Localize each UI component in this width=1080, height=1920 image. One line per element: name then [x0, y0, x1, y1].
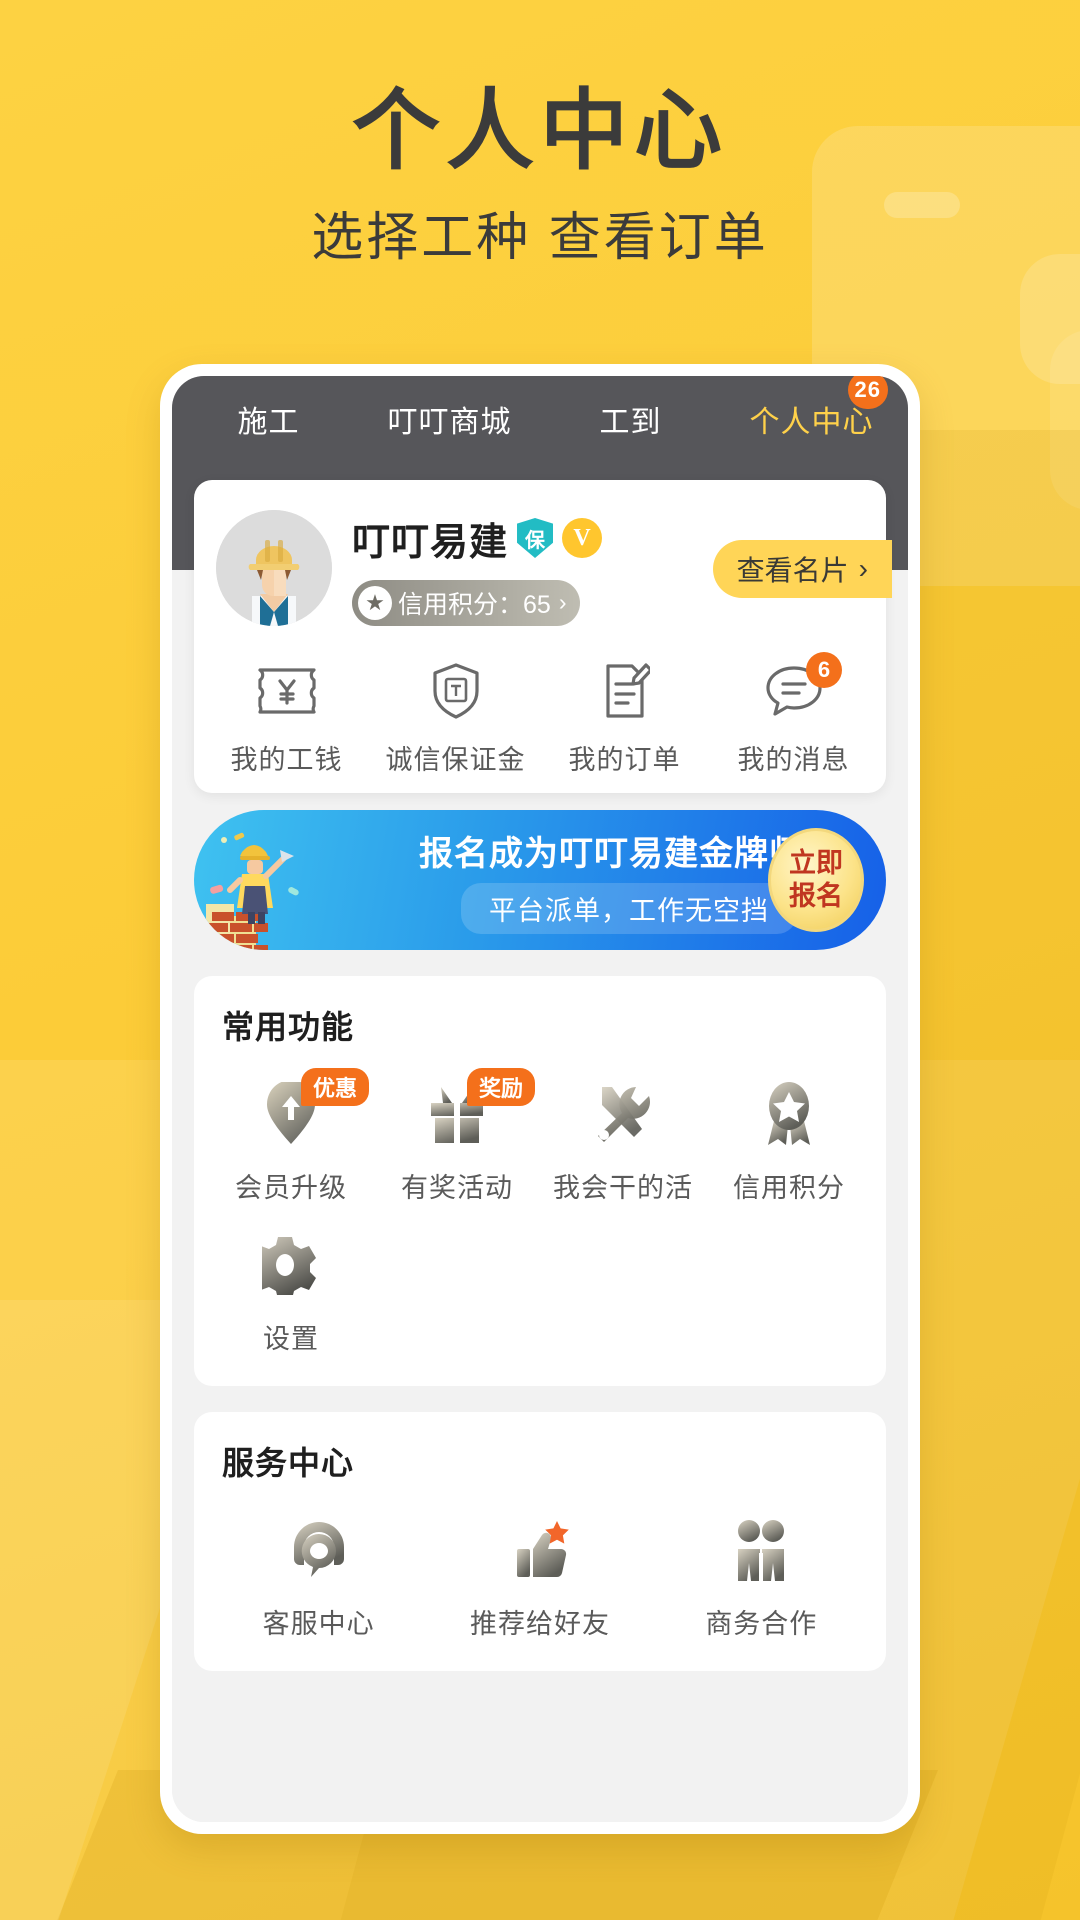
- common-functions-section: 常用功能 优惠 会员升级 奖励 有奖活动 我会干的活 信用积分 设置: [194, 976, 886, 1386]
- service-label: 推荐给好友: [469, 1609, 610, 1639]
- credit-score-label: 信用积分：65: [398, 590, 551, 619]
- view-business-card-button[interactable]: 查看名片 ›: [712, 540, 892, 598]
- tab-label: 施工: [237, 406, 300, 439]
- message-bubble-icon: 6: [709, 652, 878, 722]
- service-label: 客服中心: [262, 1609, 375, 1639]
- top-tabbar: 施工 叮叮商城 工到 个人中心 26: [172, 376, 908, 462]
- verified-badge-icon: V: [562, 518, 603, 558]
- quick-action-integrity-deposit[interactable]: 诚信保证金: [371, 660, 540, 777]
- thumbs-up-star-icon: [429, 1516, 650, 1584]
- headline-block: 个人中心 选择工种 查看订单: [0, 81, 1080, 270]
- function-label: 有奖活动: [401, 1173, 513, 1203]
- quick-action-label: 我的订单: [568, 745, 681, 775]
- quick-action-label: 我的消息: [737, 745, 850, 775]
- chevron-right-icon: ›: [558, 589, 567, 615]
- medal-star-icon: [706, 1080, 872, 1148]
- tab-label: 个人中心: [749, 406, 874, 439]
- function-label: 会员升级: [235, 1173, 347, 1203]
- page-subtitle: 选择工种 查看订单: [311, 208, 769, 267]
- star-icon: ★: [358, 585, 392, 620]
- promo-banner[interactable]: 报名成为叮叮易建金牌师傅 平台派单，工作无空挡 立即 报名: [194, 810, 886, 950]
- service-item-business-cooperation[interactable]: 商务合作: [651, 1490, 872, 1641]
- message-badge-count: 6: [806, 652, 842, 688]
- page-title: 个人中心: [351, 81, 728, 180]
- function-item-credit-score[interactable]: 信用积分: [706, 1054, 872, 1205]
- order-document-icon: [540, 660, 709, 722]
- tab-badge-count: 26: [847, 376, 888, 409]
- service-center-grid: 客服中心 推荐给好友 商务合作: [208, 1490, 872, 1641]
- service-item-customer-support[interactable]: 客服中心: [208, 1490, 429, 1641]
- tab-label: 叮叮商城: [387, 406, 512, 439]
- promo-subtitle: 平台派单，工作无空挡: [461, 883, 797, 934]
- tab-personal-center[interactable]: 个人中心 26: [721, 376, 902, 441]
- function-item-my-skills[interactable]: 我会干的活: [540, 1054, 706, 1205]
- tab-dingding-mall[interactable]: 叮叮商城: [359, 397, 540, 441]
- credit-score-pill[interactable]: ★ 信用积分：65 ›: [352, 579, 581, 626]
- service-center-title: 服务中心: [222, 1445, 355, 1481]
- quick-action-label: 诚信保证金: [385, 745, 526, 775]
- quick-action-label: 我的工钱: [230, 745, 343, 775]
- tab-gongdao[interactable]: 工到: [540, 397, 721, 441]
- service-label: 商务合作: [705, 1609, 818, 1639]
- view-card-label: 查看名片: [736, 555, 849, 586]
- function-badge: 奖励: [467, 1068, 536, 1106]
- tools-icon: [540, 1080, 706, 1148]
- function-label: 我会干的活: [553, 1173, 693, 1203]
- phone-mockup: 施工 叮叮商城 工到 个人中心 26 报名成为叮叮易建金牌师傅 平台派单，工作无…: [160, 364, 920, 1834]
- gear-icon: [208, 1231, 374, 1299]
- service-item-refer-friend[interactable]: 推荐给好友: [429, 1490, 650, 1641]
- tab-label: 工到: [599, 406, 662, 439]
- function-label: 设置: [263, 1324, 319, 1354]
- quick-actions-row: 我的工钱 诚信保证金 我的订单 6 我的消息: [194, 652, 886, 777]
- promo-signup-button[interactable]: 立即 报名: [768, 828, 864, 932]
- quick-action-my-messages[interactable]: 6 我的消息: [709, 652, 878, 777]
- avatar[interactable]: [216, 510, 332, 626]
- insured-badge-icon: 保: [517, 518, 554, 558]
- username: 叮叮易建: [352, 521, 509, 564]
- promo-illustration: [206, 832, 299, 950]
- headset-support-icon: [208, 1516, 429, 1584]
- shield-deposit-icon: [371, 660, 540, 722]
- chevron-right-icon: ›: [858, 553, 868, 584]
- profile-card: 叮叮易建 保 V ★ 信用积分：65 › 查看名片 › 我的工钱 诚信保证金 我…: [194, 480, 892, 793]
- promo-cta-line2: 报名: [789, 881, 843, 911]
- common-functions-grid: 优惠 会员升级 奖励 有奖活动 我会干的活 信用积分 设置: [208, 1054, 872, 1356]
- wage-ticket-icon: [202, 660, 371, 722]
- quick-action-my-orders[interactable]: 我的订单: [540, 660, 709, 777]
- promo-cta-line1: 立即: [789, 847, 843, 878]
- function-item-reward-activity[interactable]: 奖励 有奖活动: [374, 1054, 540, 1205]
- function-label: 信用积分: [733, 1173, 845, 1203]
- function-item-settings[interactable]: 设置: [208, 1205, 374, 1356]
- tab-shigong[interactable]: 施工: [178, 397, 359, 441]
- phone-screen: 施工 叮叮商城 工到 个人中心 26 报名成为叮叮易建金牌师傅 平台派单，工作无…: [172, 376, 908, 1822]
- function-badge: 优惠: [301, 1068, 370, 1106]
- quick-action-my-wage[interactable]: 我的工钱: [202, 660, 371, 777]
- common-functions-title: 常用功能: [222, 1009, 355, 1045]
- service-center-section: 服务中心 客服中心 推荐给好友 商务合作: [194, 1412, 886, 1671]
- profile-header-row: 叮叮易建 保 V ★ 信用积分：65 › 查看名片 ›: [194, 502, 892, 634]
- function-item-member-upgrade[interactable]: 优惠 会员升级: [208, 1054, 374, 1205]
- two-people-icon: [651, 1516, 872, 1584]
